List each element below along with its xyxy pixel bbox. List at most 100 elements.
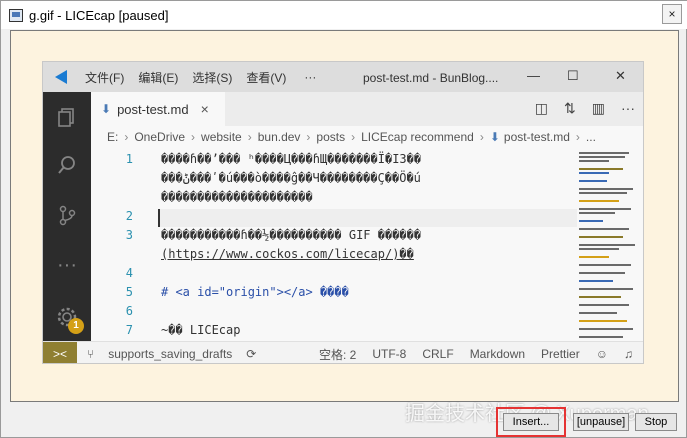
vscode-window: 文件(F) 编辑(E) 选择(S) 查看(V) ··· post-test.md…: [42, 61, 644, 364]
eol-status[interactable]: CRLF: [422, 347, 453, 361]
minimap-line: [579, 328, 633, 330]
breadcrumb-item[interactable]: posts: [316, 130, 345, 144]
code-line: # <a id="origin"></a> ����: [161, 285, 349, 299]
breadcrumb-item[interactable]: ...: [586, 130, 596, 144]
minimap-line: [579, 180, 607, 182]
prettier-status[interactable]: Prettier: [541, 347, 580, 361]
breadcrumb-item[interactable]: bun.dev: [258, 130, 301, 144]
menu-view[interactable]: 查看(V): [246, 69, 286, 86]
markdown-file-icon: ⬇: [101, 102, 112, 116]
breadcrumb-separator: ›: [247, 130, 252, 144]
breadcrumb-separator: ›: [575, 130, 580, 144]
tab-post-test[interactable]: ⬇ post-test.md ×: [91, 92, 225, 126]
code-link[interactable]: (https://www.cockos.com/licecap/)��: [161, 247, 414, 261]
breadcrumb-item[interactable]: OneDrive: [134, 130, 185, 144]
menu-more[interactable]: ···: [304, 70, 316, 84]
minimap-line: [579, 160, 609, 162]
menu-file[interactable]: 文件(F): [85, 69, 124, 86]
minimap-line: [579, 208, 631, 210]
code-line: �����������ɦ��½���������� GIF ������: [161, 228, 422, 242]
tab-close-icon[interactable]: ×: [201, 101, 209, 117]
line-number: 3: [125, 228, 133, 242]
unpause-button[interactable]: [unpause]: [573, 413, 629, 431]
minimize-button[interactable]: —: [527, 68, 540, 83]
minimap-line: [579, 296, 621, 298]
encoding-status[interactable]: UTF-8: [372, 347, 406, 361]
source-control-icon[interactable]: [56, 204, 78, 226]
minimap-line: [579, 228, 629, 230]
status-right: 空格: 2 UTF-8 CRLF Markdown Prettier ☺ ♫: [319, 342, 633, 363]
breadcrumb-item[interactable]: post-test.md: [504, 130, 570, 144]
editor-area[interactable]: 1 2 3 4 5 6 7 ����ɦ��’��� ʰ����Ц���ɦЩ���…: [91, 148, 577, 348]
minimap-line: [579, 156, 625, 158]
minimap-line: [579, 336, 623, 338]
licecap-window: g.gif - LICEcap [paused] × 文件(F) 编辑(E) 选…: [0, 0, 687, 438]
menu-selection[interactable]: 选择(S): [192, 69, 232, 86]
tab-label: post-test.md: [117, 101, 189, 117]
minimap-line: [579, 212, 615, 214]
git-branch[interactable]: supports_saving_drafts: [108, 347, 232, 361]
minimap-line: [579, 264, 631, 266]
current-line-highlight: [158, 209, 577, 227]
line-number-gutter: 1 2 3 4 5 6 7: [91, 148, 143, 348]
settings-badge: 1: [68, 318, 84, 334]
document-title: post-test.md - BunBlog....: [363, 71, 499, 85]
vscode-titlebar: 文件(F) 编辑(E) 选择(S) 查看(V) ··· post-test.md…: [43, 62, 643, 92]
stop-button[interactable]: Stop: [635, 413, 677, 431]
minimap-line: [579, 236, 623, 238]
breadcrumb-item[interactable]: website: [201, 130, 242, 144]
vscode-logo-icon: [53, 69, 69, 85]
status-bar: >< ⑂ supports_saving_drafts ⟳ 空格: 2 UTF-…: [43, 341, 643, 363]
maximize-button[interactable]: ☐: [567, 68, 579, 84]
code-line: ~�� LICEcap: [161, 323, 241, 337]
sync-icon[interactable]: ⟳: [246, 347, 256, 361]
window-title: g.gif - LICEcap [paused]: [29, 7, 169, 23]
close-button[interactable]: ✕: [615, 68, 626, 84]
remote-indicator[interactable]: ><: [43, 341, 77, 363]
breadcrumb-separator: ›: [124, 130, 129, 144]
menu-edit[interactable]: 编辑(E): [138, 69, 178, 86]
compare-changes-icon[interactable]: ⇅: [564, 100, 576, 117]
breadcrumb-item[interactable]: E:: [107, 130, 118, 144]
breadcrumb-separator: ›: [351, 130, 356, 144]
breadcrumb-separator: ›: [479, 130, 484, 144]
line-number: 2: [125, 209, 133, 223]
notifications-bell-icon[interactable]: ♫: [624, 347, 633, 361]
minimap-line: [579, 220, 603, 222]
highlight-box: [496, 407, 566, 437]
markdown-file-icon: ⬇: [489, 130, 500, 144]
search-icon[interactable]: [56, 154, 78, 176]
feedback-icon[interactable]: ☺: [596, 347, 608, 361]
line-number: 1: [125, 152, 133, 166]
breadcrumb-item[interactable]: LICEcap recommend: [361, 130, 474, 144]
language-status[interactable]: Markdown: [470, 347, 525, 361]
more-actions-icon[interactable]: ···: [621, 100, 635, 117]
minimap-line: [579, 280, 613, 282]
breadcrumb: E: › OneDrive › website › bun.dev › post…: [91, 126, 643, 148]
breadcrumb-separator: ›: [191, 130, 196, 144]
minimap[interactable]: [577, 148, 643, 348]
editor-actions: ◫ ⇅ ▥ ···: [535, 100, 635, 117]
indentation-status[interactable]: 空格: 2: [319, 346, 356, 363]
licecap-titlebar: g.gif - LICEcap [paused] ×: [1, 1, 687, 29]
line-number: 7: [125, 323, 133, 337]
minimap-line: [579, 312, 617, 314]
minimap-line: [579, 152, 629, 154]
minimap-line: [579, 320, 627, 322]
split-editor-icon[interactable]: ▥: [592, 100, 605, 117]
minimap-line: [579, 248, 619, 250]
minimap-line: [579, 192, 627, 194]
licecap-app-icon: [9, 8, 23, 22]
window-close-button[interactable]: ×: [662, 4, 682, 24]
open-preview-icon[interactable]: ◫: [535, 100, 548, 117]
code-line: ����ɦ��’��� ʰ����Ц���ɦЩ�������Ϊ�Ι3��: [161, 152, 422, 166]
activity-bar: ··· 1: [43, 92, 91, 348]
code-line: ���������������������: [161, 190, 313, 204]
extensions-more-icon[interactable]: ···: [56, 254, 78, 276]
minimap-line: [579, 244, 635, 246]
line-number: 4: [125, 266, 133, 280]
explorer-icon[interactable]: [56, 106, 78, 128]
line-number: 6: [125, 304, 133, 318]
minimap-line: [579, 272, 625, 274]
minimap-line: [579, 188, 633, 190]
